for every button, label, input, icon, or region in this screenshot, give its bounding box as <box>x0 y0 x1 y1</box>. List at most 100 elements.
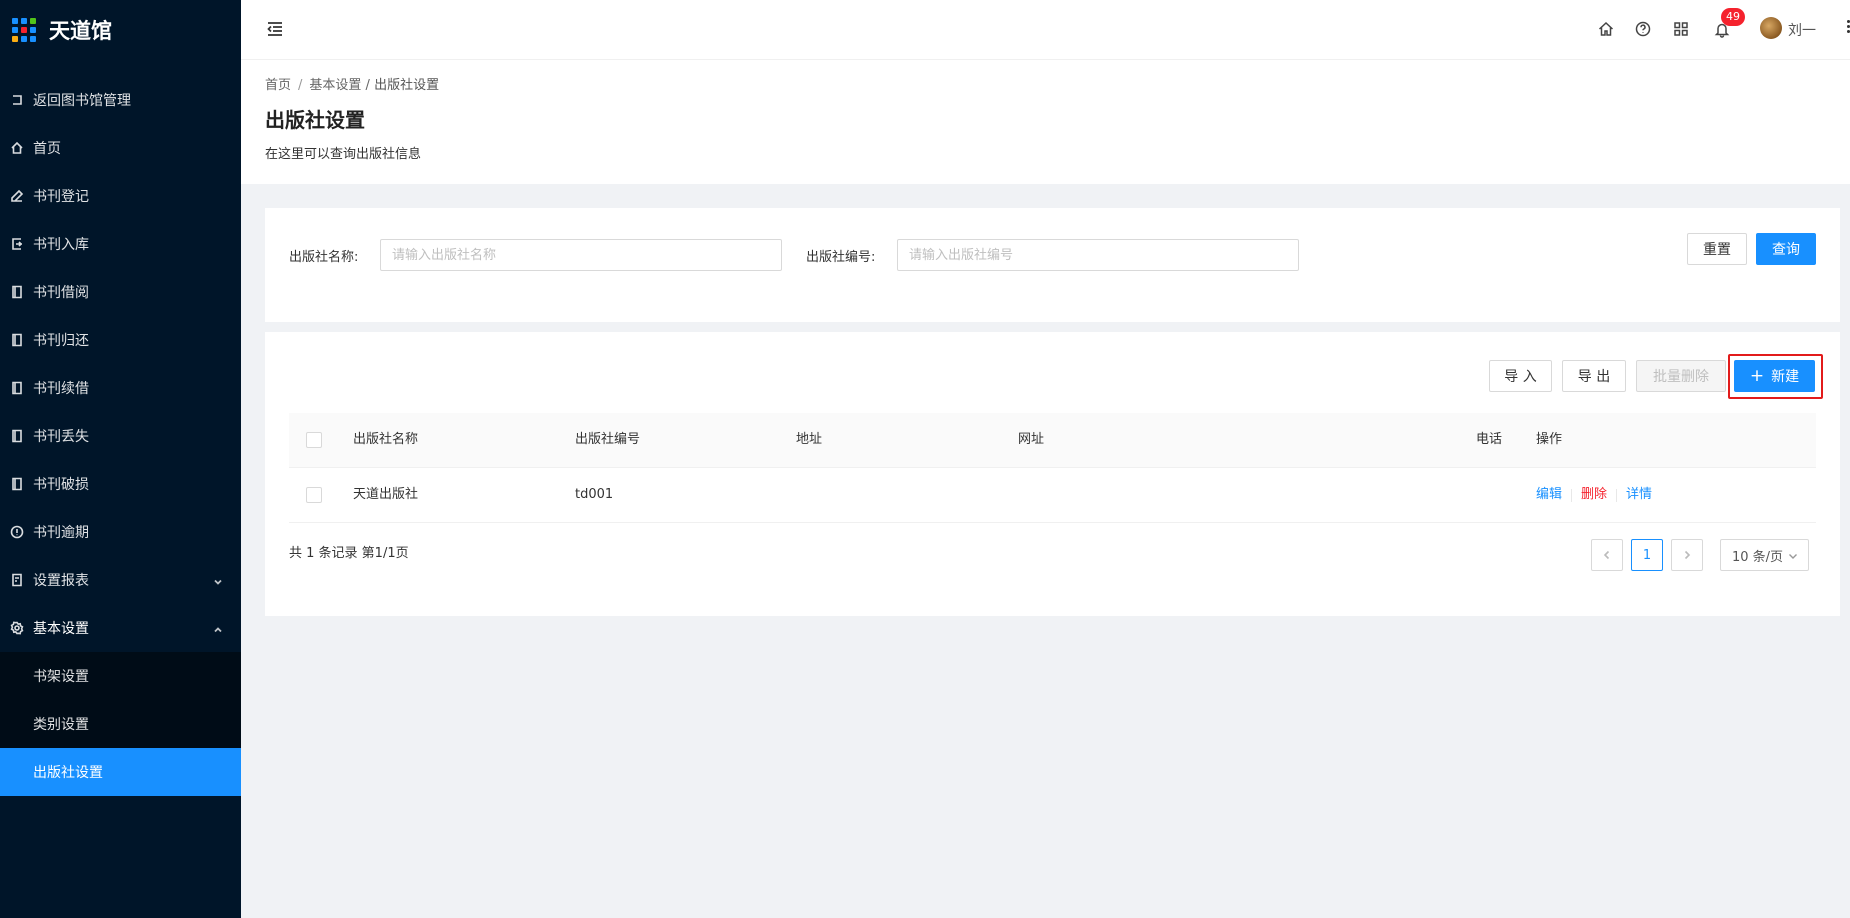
book-icon <box>8 380 25 397</box>
page-size-value: 10 条/页 <box>1732 549 1784 565</box>
sidebar-item-label: 书刊登记 <box>33 189 89 205</box>
sidebar-item-book-borrow[interactable]: 书刊借阅 <box>0 268 241 316</box>
book-icon <box>8 284 25 301</box>
sidebar-item-book-stock-in[interactable]: 书刊入库 <box>0 220 241 268</box>
sidebar-item-basic-settings[interactable]: 基本设置 <box>0 604 241 652</box>
reset-button[interactable]: 重置 <box>1687 233 1747 265</box>
sidebar-item-publisher-settings[interactable]: 出版社设置 <box>0 748 241 796</box>
column-header-name[interactable]: 出版社名称 <box>353 413 418 467</box>
row-checkbox[interactable] <box>306 487 322 503</box>
sidebar-item-label: 书刊归还 <box>33 333 89 349</box>
sidebar-item-label: 书刊丢失 <box>33 429 89 445</box>
plus-icon: + <box>1749 365 1765 386</box>
basic-settings-submenu: 书架设置 类别设置 出版社设置 <box>0 652 241 796</box>
page-description: 在这里可以查询出版社信息 <box>265 147 422 162</box>
report-icon <box>8 572 25 589</box>
home-icon[interactable] <box>1597 20 1615 38</box>
select-all-checkbox[interactable] <box>306 432 322 448</box>
table-row: 天道出版社 td001 编辑 删除 详情 <box>289 468 1816 523</box>
sidebar-item-book-overdue[interactable]: 书刊逾期 <box>0 508 241 556</box>
top-header: 49 刘一 <box>241 0 1850 60</box>
column-header-phone[interactable]: 电话 <box>1476 413 1502 467</box>
sidebar-item-label: 书刊借阅 <box>33 285 89 301</box>
column-header-address[interactable]: 地址 <box>796 413 822 467</box>
sidebar-item-label: 首页 <box>33 141 61 157</box>
notification-badge: 49 <box>1721 8 1745 26</box>
detail-link[interactable]: 详情 <box>1626 468 1652 522</box>
import-icon <box>8 236 25 253</box>
user-name[interactable]: 刘一 <box>1788 20 1816 40</box>
sidebar-item-book-return[interactable]: 书刊归还 <box>0 316 241 364</box>
sidebar-item-book-renew[interactable]: 书刊续借 <box>0 364 241 412</box>
page-number-button[interactable]: 1 <box>1631 539 1663 571</box>
query-button[interactable]: 查询 <box>1756 233 1816 265</box>
sidebar-item-book-damaged[interactable]: 书刊破损 <box>0 460 241 508</box>
new-button-label: 新建 <box>1771 369 1800 385</box>
page-size-select[interactable]: 10 条/页 <box>1720 539 1809 571</box>
column-header-actions: 操作 <box>1536 432 1563 447</box>
sidebar-item-shelf-settings[interactable]: 书架设置 <box>0 652 241 700</box>
bell-icon[interactable]: 49 <box>1713 8 1745 38</box>
next-page-button[interactable] <box>1671 539 1703 571</box>
app-title: 天道馆 <box>49 19 112 43</box>
sidebar-item-return-library[interactable]: 返回图书馆管理 <box>0 76 241 124</box>
breadcrumb-basic-settings[interactable]: 基本设置 <box>309 78 361 93</box>
app-logo[interactable]: 天道馆 <box>12 14 112 46</box>
import-button[interactable]: 导 入 <box>1489 360 1552 392</box>
avatar[interactable] <box>1760 17 1782 39</box>
sidebar-item-book-lost[interactable]: 书刊丢失 <box>0 412 241 460</box>
publisher-table-card: 导 入 导 出 批量删除 + 新建 出版社名称 出版社编号 地址 网址 电话 操… <box>265 332 1840 616</box>
sidebar: 天道馆 返回图书馆管理 首页 书刊登记 书刊入库 书刊借阅 书刊归还 书刊续借 … <box>0 0 241 918</box>
breadcrumb-home[interactable]: 首页 <box>265 78 291 93</box>
cell-publisher-code: td001 <box>575 487 614 502</box>
publisher-name-label: 出版社名称: <box>289 250 359 265</box>
sidebar-item-label: 类别设置 <box>33 717 89 733</box>
home-icon <box>8 140 25 157</box>
return-icon <box>8 92 25 109</box>
prev-page-button[interactable] <box>1591 539 1623 571</box>
sidebar-item-home[interactable]: 首页 <box>0 124 241 172</box>
logo-grid-icon <box>12 18 36 42</box>
sidebar-item-label: 设置报表 <box>33 573 89 589</box>
sidebar-item-label: 书刊续借 <box>33 381 89 397</box>
table-header: 出版社名称 出版社编号 地址 网址 电话 操作 <box>289 413 1816 468</box>
chevron-left-icon <box>1603 550 1610 560</box>
book-icon <box>8 332 25 349</box>
sidebar-item-report-settings[interactable]: 设置报表 <box>0 556 241 604</box>
more-vertical-icon[interactable] <box>1845 18 1850 38</box>
delete-link[interactable]: 删除 <box>1581 468 1607 522</box>
apps-grid-icon[interactable] <box>1672 20 1690 38</box>
search-form: 出版社名称: 出版社编号: 重置 查询 <box>265 208 1840 322</box>
action-divider <box>1616 489 1617 502</box>
chevron-down-icon <box>213 575 223 585</box>
menu-fold-icon[interactable] <box>265 19 285 39</box>
sidebar-item-book-register[interactable]: 书刊登记 <box>0 172 241 220</box>
export-button[interactable]: 导 出 <box>1562 360 1626 392</box>
breadcrumb: 首页 / 基本设置 / 出版社设置 <box>265 78 440 93</box>
publisher-table: 出版社名称 出版社编号 地址 网址 电话 操作 天道出版社 td001 编辑 删… <box>289 413 1816 523</box>
page-header: 首页 / 基本设置 / 出版社设置 出版社设置 在这里可以查询出版社信息 <box>241 60 1850 184</box>
new-publisher-button[interactable]: + 新建 <box>1734 360 1815 392</box>
book-icon <box>8 476 25 493</box>
help-circle-icon[interactable] <box>1634 20 1652 38</box>
sidebar-item-label: 书架设置 <box>33 669 89 685</box>
book-icon <box>8 428 25 445</box>
publisher-code-input[interactable] <box>897 239 1299 271</box>
sidebar-item-label: 返回图书馆管理 <box>33 93 131 109</box>
chevron-up-icon <box>213 623 223 633</box>
sidebar-item-label: 基本设置 <box>33 621 89 637</box>
column-header-website[interactable]: 网址 <box>1018 413 1044 467</box>
chevron-down-icon <box>1789 554 1797 559</box>
action-divider <box>1571 489 1572 502</box>
cell-publisher-name: 天道出版社 <box>353 487 419 502</box>
column-header-code[interactable]: 出版社编号 <box>575 413 640 467</box>
batch-delete-button[interactable]: 批量删除 <box>1636 360 1726 392</box>
breadcrumb-current: 出版社设置 <box>374 78 440 93</box>
gear-icon <box>8 620 25 637</box>
sidebar-item-label: 书刊破损 <box>33 477 89 493</box>
chevron-right-icon <box>1684 550 1691 560</box>
sidebar-item-category-settings[interactable]: 类别设置 <box>0 700 241 748</box>
edit-link[interactable]: 编辑 <box>1536 468 1562 522</box>
sidebar-item-label: 书刊入库 <box>33 237 89 253</box>
publisher-name-input[interactable] <box>380 239 782 271</box>
